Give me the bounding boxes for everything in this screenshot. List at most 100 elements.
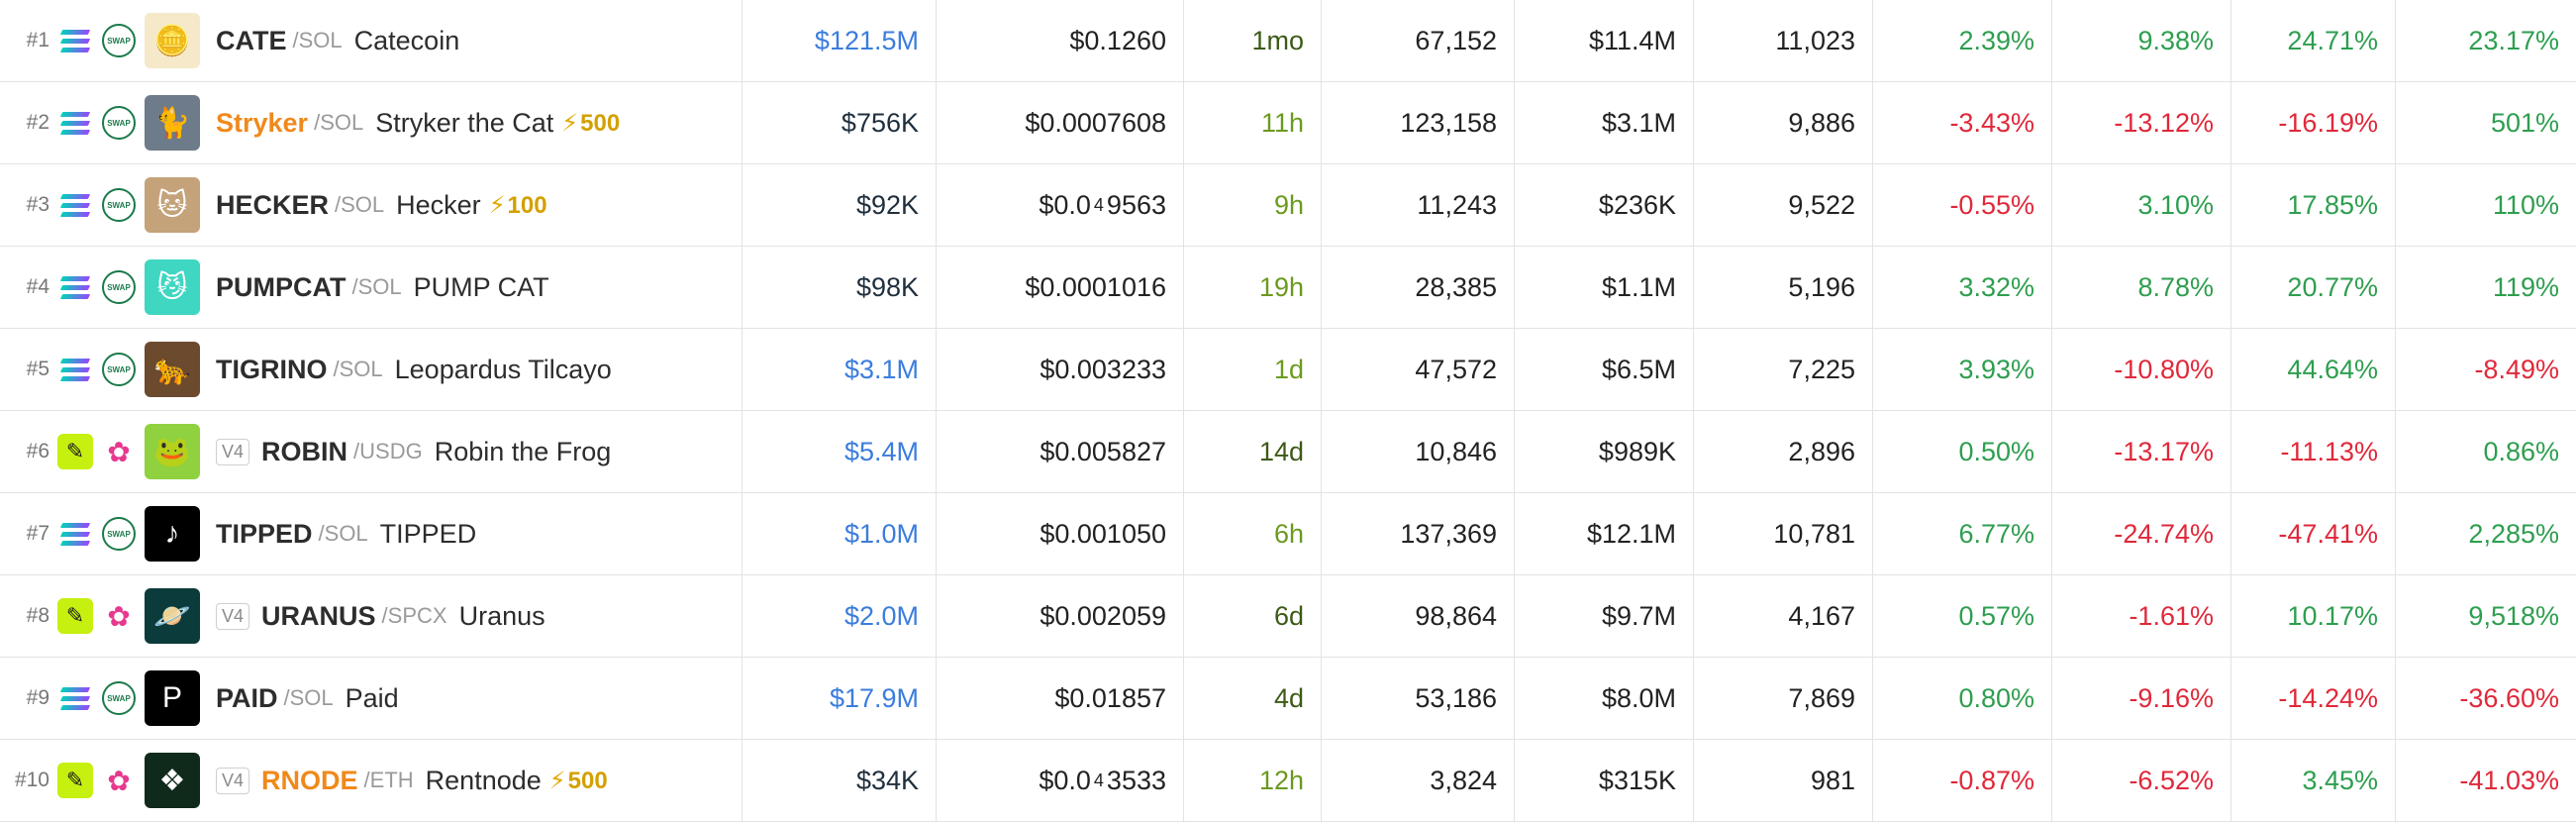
makers-cell: 4,167	[1694, 575, 1873, 657]
price-cell: $0.0001016	[937, 247, 1184, 328]
market-cap-cell: $17.9M	[743, 658, 937, 739]
change-5m-cell: -0.87%	[1873, 740, 2052, 821]
market-cap-cell: $121.5M	[743, 0, 937, 81]
txns-cell: 137,369	[1322, 493, 1515, 574]
token-symbol[interactable]: ROBIN	[261, 437, 347, 467]
token-cell[interactable]: #8 ✎ ✿ 🪐 V4 URANUS/SPCX Uranus	[0, 575, 743, 657]
token-avatar-icon: 🪙	[145, 13, 200, 68]
token-avatar-icon: 🐱	[145, 177, 200, 233]
makers-cell: 11,023	[1694, 0, 1873, 81]
table-row[interactable]: #2 SWAP 🐈 Stryker/SOL Stryker the Cat ⚡500 $75…	[0, 82, 2576, 164]
token-symbol[interactable]: Stryker	[216, 108, 308, 139]
table-row[interactable]: #8 ✎ ✿ 🪐 V4 URANUS/SPCX Uranus $2.0M $0.002059 6d…	[0, 575, 2576, 658]
makers-cell: 9,522	[1694, 164, 1873, 246]
volume-cell: $9.7M	[1515, 575, 1694, 657]
bolt-icon: ⚡	[488, 191, 506, 219]
rank-label: #4	[26, 275, 50, 298]
token-avatar-icon: 🐆	[145, 342, 200, 397]
table-row[interactable]: #6 ✎ ✿ 🐸 V4 ROBIN/USDG Robin the Frog $5.4M $0.0…	[0, 411, 2576, 493]
price-tail: 9563	[1106, 189, 1166, 220]
token-cell[interactable]: #4 SWAP 😼 PUMPCAT/SOL PUMP CAT	[0, 247, 743, 328]
token-avatar-icon: ❖	[145, 753, 200, 808]
volume-cell: $12.1M	[1515, 493, 1694, 574]
boost-value: 500	[580, 109, 621, 137]
rank-label: #10	[14, 769, 50, 791]
market-cap-cell: $92K	[743, 164, 937, 246]
token-symbol[interactable]: HECKER	[216, 190, 329, 221]
token-symbol[interactable]: TIGRINO	[216, 355, 328, 385]
change-6h-cell: -14.24%	[2231, 658, 2396, 739]
table-row[interactable]: #3 SWAP 🐱 HECKER/SOL Hecker ⚡100 $92K $0.0 4 9563…	[0, 164, 2576, 247]
quote-token: /ETH	[363, 768, 414, 792]
token-name: Stryker the Cat	[375, 107, 554, 138]
version-badge: V4	[216, 438, 250, 465]
boost-badge: ⚡500	[549, 767, 608, 795]
solana-icon	[57, 23, 93, 58]
txns-cell: 3,824	[1322, 740, 1515, 821]
token-cell[interactable]: #1 SWAP 🪙 CATE/SOL Catecoin	[0, 0, 743, 81]
price-cell: $0.1260	[937, 0, 1184, 81]
market-cap-cell: $2.0M	[743, 575, 937, 657]
txns-cell: 10,846	[1322, 411, 1515, 492]
fox-dex-icon: ✿	[107, 436, 131, 467]
txns-cell: 47,572	[1322, 329, 1515, 410]
change-6h-cell: 10.17%	[2231, 575, 2396, 657]
solana-icon	[57, 269, 93, 305]
change-5m-cell: 3.93%	[1873, 329, 2052, 410]
token-symbol[interactable]: URANUS	[261, 601, 376, 632]
token-symbol[interactable]: CATE	[216, 26, 287, 56]
price-cell: $0.005827	[937, 411, 1184, 492]
change-6h-cell: 44.64%	[2231, 329, 2396, 410]
price-zero-count: 4	[1093, 770, 1104, 790]
change-24h-cell: -36.60%	[2459, 682, 2559, 713]
price-cell: $0.0007608	[937, 82, 1184, 163]
token-symbol[interactable]: TIPPED	[216, 519, 313, 550]
token-cell[interactable]: #2 SWAP 🐈 Stryker/SOL Stryker the Cat ⚡500	[0, 82, 743, 163]
change-6h-cell: 24.71%	[2231, 0, 2396, 81]
quote-token: /SOL	[292, 28, 343, 52]
token-cell[interactable]: #9 SWAP P PAID/SOL Paid	[0, 658, 743, 739]
token-symbol[interactable]: PUMPCAT	[216, 272, 347, 303]
solana-icon	[57, 516, 93, 552]
price-cell: $0.0 4 3533	[937, 740, 1184, 821]
price-tail: 3533	[1106, 765, 1166, 795]
change-24h-cell: 9,518%	[2468, 600, 2559, 631]
token-name: Rentnode	[425, 765, 542, 795]
pair-age-cell: 6h	[1184, 493, 1322, 574]
price-cell: $0.0 4 9563	[937, 164, 1184, 246]
volume-cell: $236K	[1515, 164, 1694, 246]
table-row[interactable]: #1 SWAP 🪙 CATE/SOL Catecoin $121.5M $0.1260 1mo…	[0, 0, 2576, 82]
rank-label: #7	[26, 522, 50, 545]
table-row[interactable]: #7 SWAP ♪ TIPPED/SOL TIPPED $1.0M $0.001050 6h 1…	[0, 493, 2576, 575]
change-1h-cell: -9.16%	[2052, 658, 2231, 739]
change-24h-cell: -8.49%	[2474, 354, 2559, 384]
token-cell[interactable]: #5 SWAP 🐆 TIGRINO/SOL Leopardus Tilcayo	[0, 329, 743, 410]
version-badge: V4	[216, 602, 250, 630]
quote-token: /SOL	[318, 521, 368, 546]
change-6h-cell: -47.41%	[2231, 493, 2396, 574]
token-cell[interactable]: #7 SWAP ♪ TIPPED/SOL TIPPED	[0, 493, 743, 574]
change-24h-cell: 119%	[2492, 271, 2559, 302]
table-row[interactable]: #5 SWAP 🐆 TIGRINO/SOL Leopardus Tilcayo $3.1M…	[0, 329, 2576, 411]
table-row[interactable]: #9 SWAP P PAID/SOL Paid $17.9M $0.01857 4d 53,18…	[0, 658, 2576, 740]
table-row[interactable]: #10 ✎ ✿ ❖ V4 RNODE/ETH Rentnode ⚡500 $34K $0.0 4 35…	[0, 740, 2576, 822]
volume-cell: $6.5M	[1515, 329, 1694, 410]
token-cell[interactable]: #10 ✎ ✿ ❖ V4 RNODE/ETH Rentnode ⚡500	[0, 740, 743, 821]
price-cell: $0.001050	[937, 493, 1184, 574]
token-cell[interactable]: #6 ✎ ✿ 🐸 V4 ROBIN/USDG Robin the Frog	[0, 411, 743, 492]
raydium-swap-icon: SWAP	[101, 680, 137, 716]
table-row[interactable]: #4 SWAP 😼 PUMPCAT/SOL PUMP CAT $98K $0.0001016…	[0, 247, 2576, 329]
change-1h-cell: -6.52%	[2052, 740, 2231, 821]
change-24h-cell: 23.17%	[2468, 25, 2559, 55]
change-5m-cell: -0.55%	[1873, 164, 2052, 246]
change-1h-cell: 8.78%	[2052, 247, 2231, 328]
solana-icon	[57, 105, 93, 141]
market-cap-cell: $3.1M	[743, 329, 937, 410]
token-cell[interactable]: #3 SWAP 🐱 HECKER/SOL Hecker ⚡100	[0, 164, 743, 246]
token-symbol[interactable]: RNODE	[261, 766, 358, 796]
volume-cell: $989K	[1515, 411, 1694, 492]
change-5m-cell: -3.43%	[1873, 82, 2052, 163]
token-symbol[interactable]: PAID	[216, 683, 278, 714]
quote-token: /SOL	[333, 357, 383, 381]
market-cap-cell: $1.0M	[743, 493, 937, 574]
